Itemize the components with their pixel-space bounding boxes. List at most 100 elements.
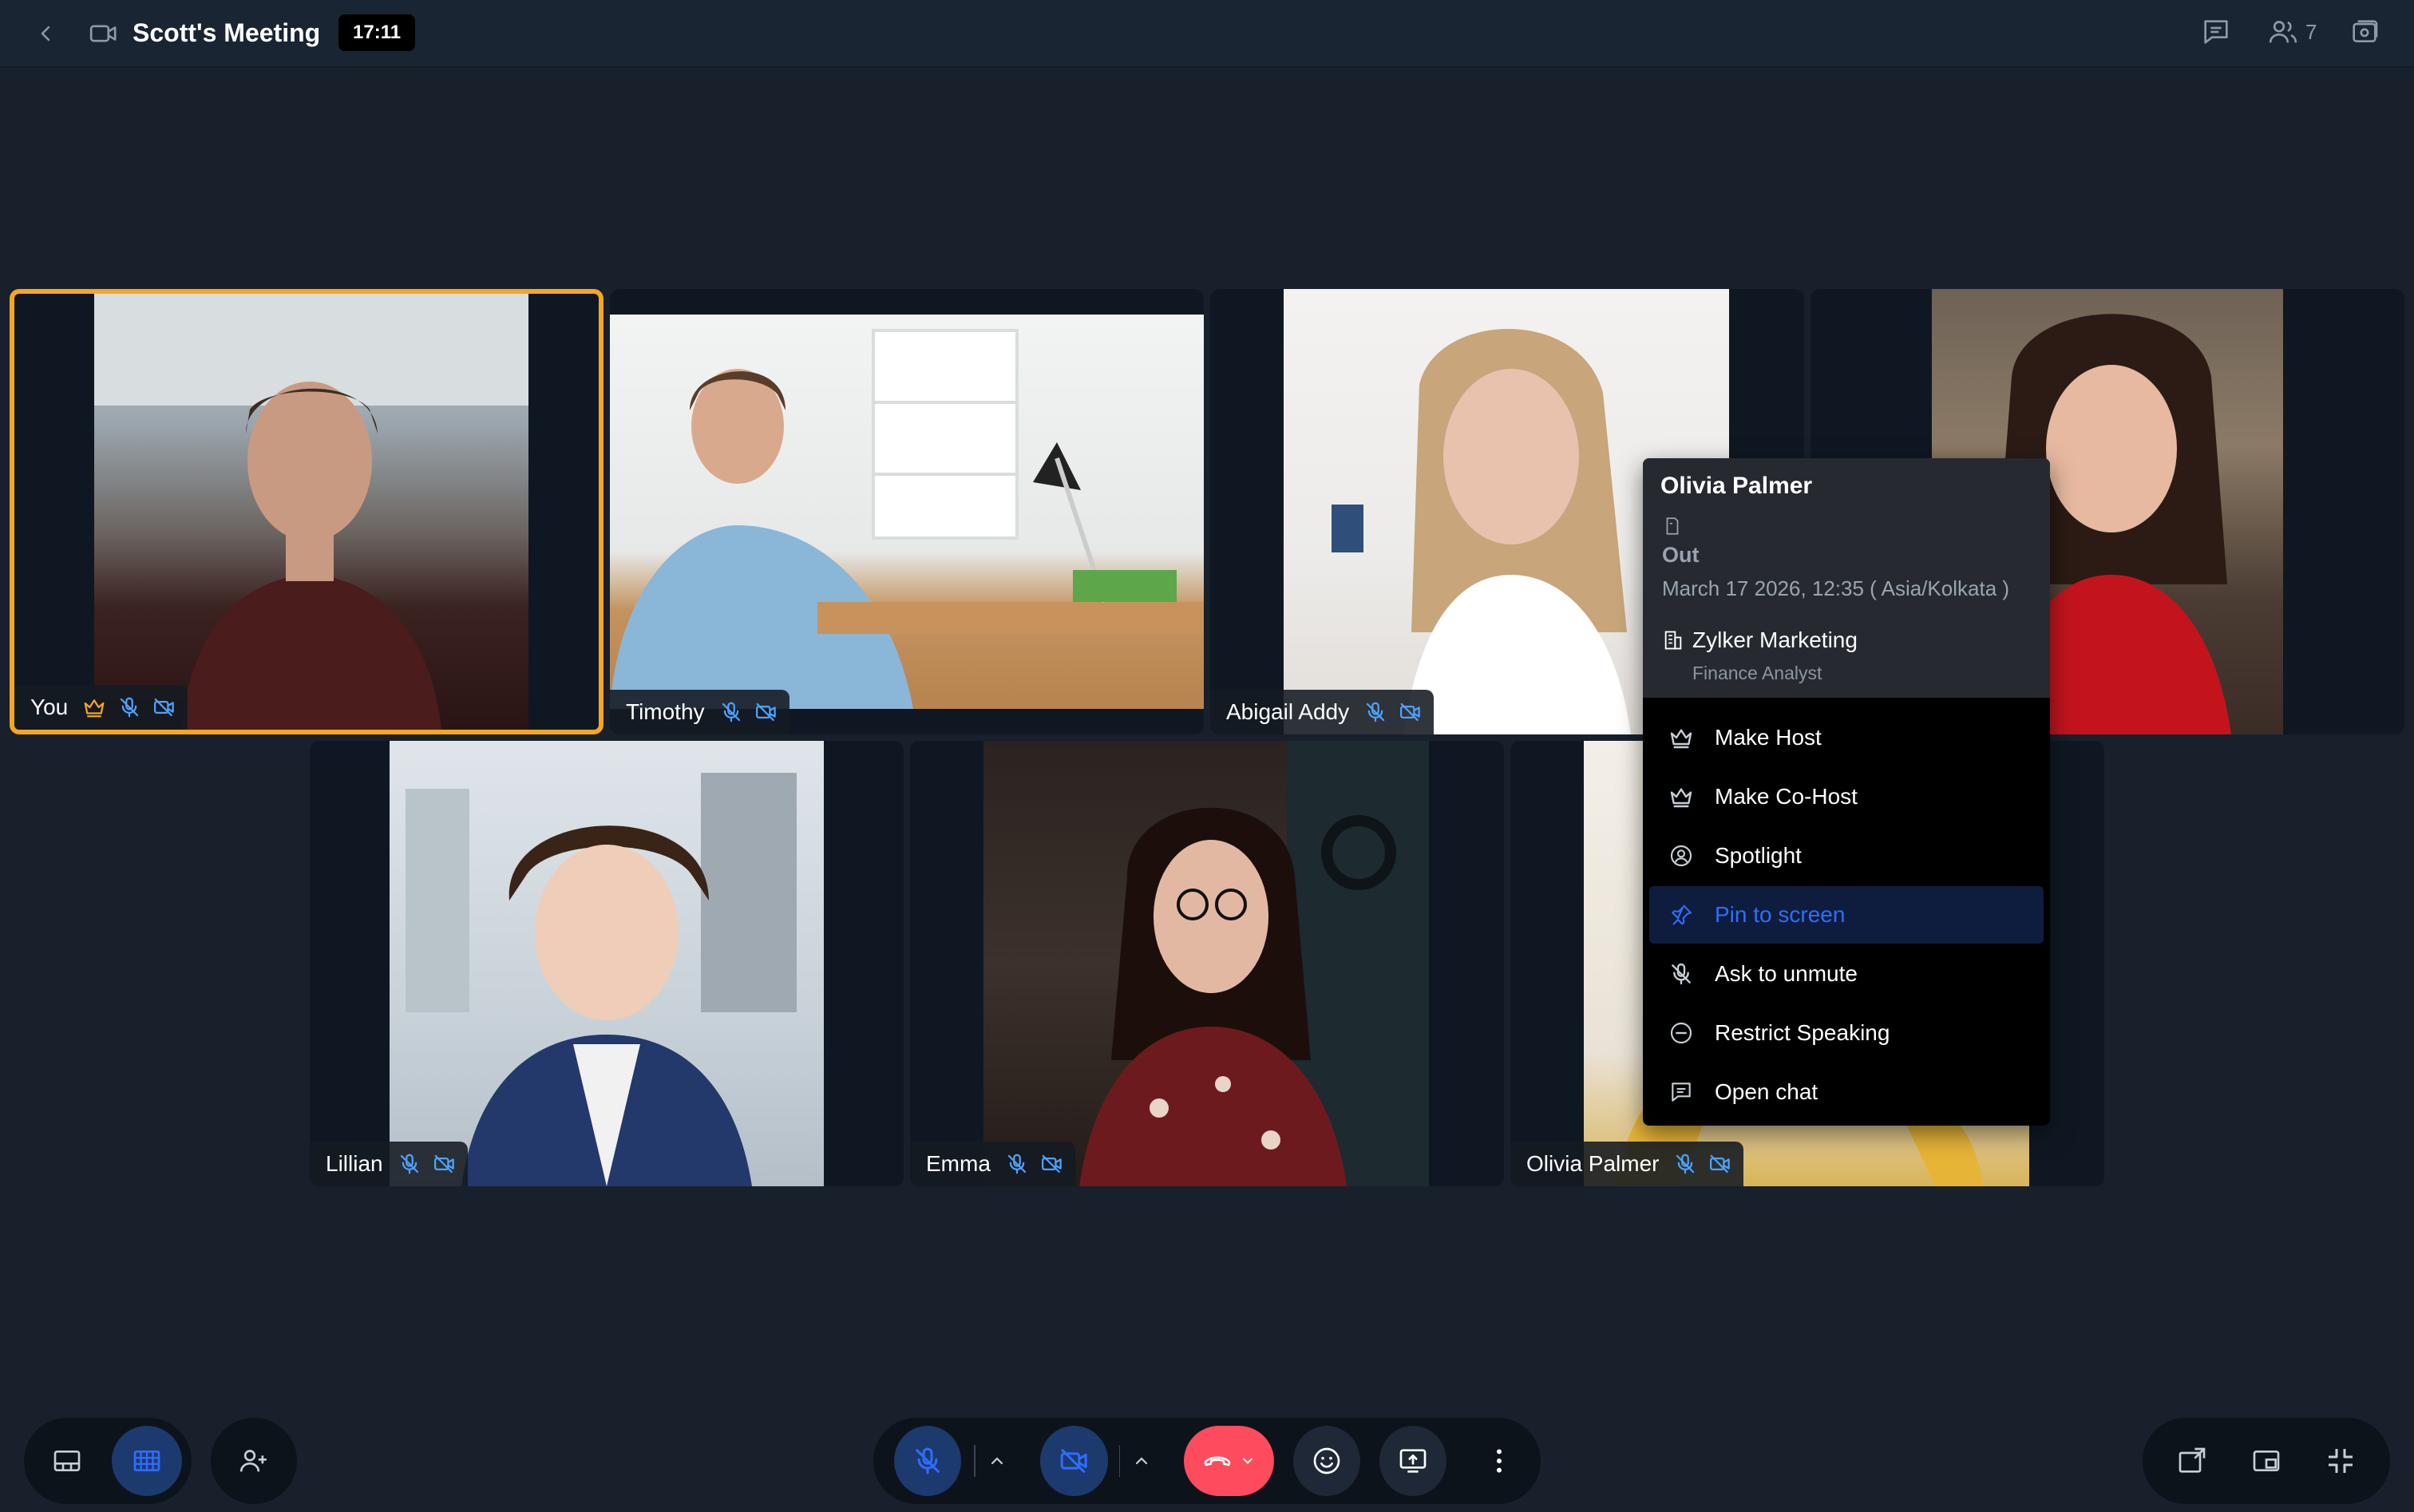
chevron-up-icon bbox=[1132, 1451, 1151, 1470]
nameplate: Abigail Addy bbox=[1210, 690, 1435, 734]
mic-off-icon bbox=[117, 695, 141, 719]
menu-item-make-host[interactable]: Make Host bbox=[1649, 709, 2044, 766]
nameplate: Emma bbox=[910, 1142, 1075, 1186]
video-camera-icon bbox=[88, 18, 120, 49]
participant-video bbox=[390, 741, 824, 1186]
share-screen-icon bbox=[1397, 1445, 1429, 1477]
meeting-title: Scott's Meeting bbox=[133, 18, 321, 47]
picture-in-picture-button[interactable] bbox=[2231, 1426, 2301, 1496]
mic-off-icon bbox=[719, 700, 743, 724]
mic-off-icon bbox=[912, 1445, 944, 1477]
camera-off-icon bbox=[1059, 1445, 1090, 1477]
participant-name: Timothy bbox=[626, 699, 705, 724]
add-user-icon bbox=[238, 1445, 270, 1477]
mic-off-icon bbox=[1005, 1152, 1029, 1176]
microphone-toggle-button[interactable] bbox=[894, 1426, 962, 1496]
meeting-timer: 17:11 bbox=[338, 14, 416, 51]
layout-switcher bbox=[24, 1418, 192, 1504]
chevron-left-icon bbox=[37, 24, 56, 43]
video-tile-timothy[interactable]: Timothy bbox=[610, 289, 1204, 734]
grid-icon bbox=[131, 1445, 163, 1477]
filmstrip-icon bbox=[51, 1445, 83, 1477]
camera-off-icon bbox=[754, 700, 778, 724]
menu-item-label: Spotlight bbox=[1715, 843, 1802, 868]
participant-video bbox=[610, 315, 1204, 709]
exit-fullscreen-button[interactable] bbox=[2305, 1426, 2376, 1496]
chevron-down-icon bbox=[1240, 1453, 1256, 1469]
minus-circle-icon bbox=[1668, 1020, 1694, 1046]
participant-local-time: March 17 2026, 12:35 ( Asia/Kolkata ) bbox=[1662, 576, 2010, 600]
camera-off-icon bbox=[433, 1152, 457, 1176]
camera-toggle-button[interactable] bbox=[1040, 1426, 1108, 1496]
participant-name: Olivia Palmer bbox=[1526, 1151, 1660, 1176]
menu-item-label: Make Host bbox=[1715, 725, 1822, 750]
camera-off-icon bbox=[1399, 700, 1423, 724]
camera-off-icon bbox=[152, 695, 176, 719]
participant-context-menu: Olivia Palmer Out March 17 2026, 12:35 (… bbox=[1643, 458, 2050, 1126]
participant-role: Finance Analyst bbox=[1692, 663, 1822, 683]
menu-item-label: Make Co-Host bbox=[1715, 784, 1858, 809]
mic-off-icon bbox=[398, 1152, 421, 1176]
menu-item-make-co-host[interactable]: Make Co-Host bbox=[1649, 768, 2044, 825]
chat-button[interactable] bbox=[2200, 16, 2232, 48]
participants-button[interactable]: 7 bbox=[2267, 16, 2317, 48]
add-participant-button[interactable] bbox=[211, 1418, 297, 1504]
reactions-button[interactable] bbox=[1292, 1426, 1360, 1496]
menu-item-restrict-speaking[interactable]: Restrict Speaking bbox=[1649, 1004, 2044, 1062]
participant-actions-menu: Make Host Make Co-Host Spotlight Pin to … bbox=[1643, 698, 2050, 1126]
view-controls bbox=[2143, 1418, 2390, 1504]
people-icon bbox=[2267, 16, 2299, 48]
video-tile-you[interactable]: You bbox=[10, 289, 604, 734]
menu-item-label: Pin to screen bbox=[1715, 902, 1846, 927]
menu-item-open-chat[interactable]: Open chat bbox=[1649, 1063, 2044, 1121]
menu-item-label: Open chat bbox=[1715, 1079, 1818, 1104]
participant-video bbox=[983, 741, 1429, 1186]
video-tile-lillian[interactable]: Lillian bbox=[310, 741, 904, 1186]
participant-video bbox=[94, 294, 528, 730]
grid-layout-button[interactable] bbox=[112, 1426, 182, 1496]
participant-name: Abigail Addy bbox=[1226, 699, 1350, 724]
mic-off-icon bbox=[1363, 700, 1387, 724]
smiley-icon bbox=[1311, 1445, 1343, 1477]
participant-name: You bbox=[30, 695, 69, 719]
participant-info-card: Olivia Palmer Out March 17 2026, 12:35 (… bbox=[1643, 458, 2050, 698]
top-bar: Scott's Meeting 17:11 7 bbox=[0, 0, 2414, 67]
share-screen-button[interactable] bbox=[1379, 1426, 1446, 1496]
building-icon bbox=[1662, 629, 1684, 651]
status-icon bbox=[1662, 516, 1683, 536]
mic-off-icon bbox=[1668, 961, 1694, 987]
participant-name: Emma bbox=[926, 1151, 991, 1176]
filmstrip-layout-button[interactable] bbox=[32, 1426, 102, 1496]
picture-in-picture-icon bbox=[2250, 1445, 2282, 1477]
back-button[interactable] bbox=[29, 16, 64, 51]
layers-icon bbox=[2349, 16, 2380, 48]
more-panel-button[interactable] bbox=[2349, 16, 2380, 48]
host-crown-icon bbox=[82, 695, 106, 719]
pop-out-button[interactable] bbox=[2157, 1426, 2227, 1496]
menu-item-ask-to-unmute[interactable]: Ask to unmute bbox=[1649, 945, 2044, 1003]
menu-item-label: Restrict Speaking bbox=[1715, 1020, 1890, 1045]
more-vertical-icon bbox=[1483, 1445, 1515, 1477]
menu-item-pin-to-screen[interactable]: Pin to screen bbox=[1649, 886, 2044, 944]
hang-up-icon bbox=[1201, 1445, 1233, 1477]
minimize-icon bbox=[2325, 1445, 2357, 1477]
chevron-up-icon bbox=[987, 1451, 1007, 1470]
mic-off-icon bbox=[1673, 1152, 1697, 1176]
leave-meeting-button[interactable] bbox=[1183, 1426, 1274, 1496]
video-tile-emma[interactable]: Emma bbox=[910, 741, 1504, 1186]
camera-off-icon bbox=[1708, 1152, 1732, 1176]
participant-name: Lillian bbox=[326, 1151, 383, 1176]
pin-icon bbox=[1668, 902, 1694, 928]
video-options-button[interactable] bbox=[1120, 1426, 1163, 1496]
chat-icon bbox=[2200, 16, 2232, 48]
crown-icon bbox=[1668, 725, 1694, 750]
nameplate: Timothy bbox=[610, 690, 789, 734]
chat-icon bbox=[1668, 1079, 1694, 1105]
audio-options-button[interactable] bbox=[975, 1426, 1019, 1496]
participants-count: 7 bbox=[2305, 19, 2317, 44]
menu-item-label: Ask to unmute bbox=[1715, 961, 1858, 986]
nameplate: Olivia Palmer bbox=[1510, 1142, 1744, 1186]
menu-item-spotlight[interactable]: Spotlight bbox=[1649, 827, 2044, 885]
more-options-button[interactable] bbox=[1466, 1426, 1533, 1496]
spotlight-icon bbox=[1668, 843, 1694, 869]
